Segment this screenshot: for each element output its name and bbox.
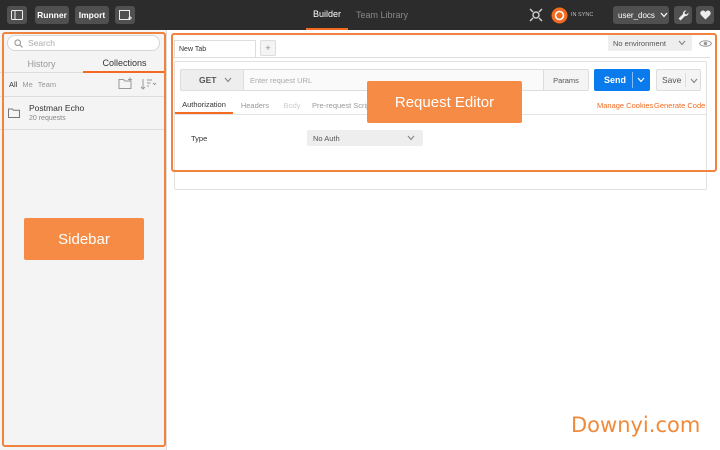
tab-team-library-label: Team Library — [355, 10, 409, 20]
top-bar: Runner Import Builder Team Library IN SY… — [0, 0, 720, 30]
sync-icon — [551, 7, 568, 23]
import-button[interactable]: Import — [75, 6, 109, 24]
tab-builder-label: Builder — [312, 9, 341, 19]
toggle-sidebar-button[interactable] — [7, 6, 27, 24]
sync-label: IN SYNC — [571, 12, 594, 18]
user-label: user_docs — [618, 10, 655, 20]
tab-builder[interactable]: Builder — [306, 0, 348, 30]
heart-icon — [699, 10, 711, 20]
settings-button[interactable] — [674, 6, 692, 24]
interceptor-button[interactable] — [528, 7, 544, 23]
favorite-button[interactable] — [696, 6, 714, 24]
new-window-button[interactable] — [115, 6, 135, 24]
sidebar-callout: Sidebar — [24, 218, 144, 260]
sidebar-icon — [11, 10, 23, 20]
chevron-down-icon — [660, 12, 668, 18]
wrench-icon — [678, 9, 689, 20]
satellite-icon — [529, 8, 543, 22]
user-dropdown[interactable]: user_docs — [613, 6, 669, 24]
tab-team-library[interactable]: Team Library — [353, 0, 411, 30]
request-editor-callout: Request Editor — [367, 81, 522, 123]
new-window-icon — [118, 9, 132, 20]
runner-button[interactable]: Runner — [35, 6, 69, 24]
watermark: Downyi.com — [571, 413, 701, 437]
sync-status[interactable]: IN SYNC — [551, 6, 599, 24]
